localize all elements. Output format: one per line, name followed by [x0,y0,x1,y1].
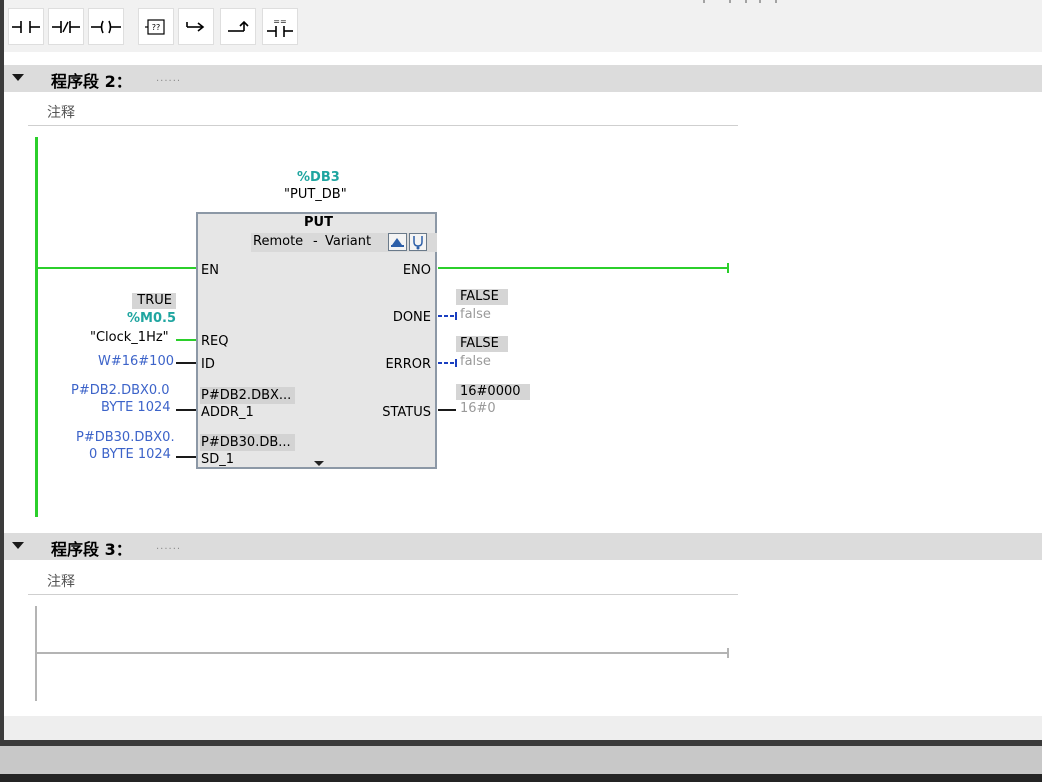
network-3-header[interactable]: 程序段 3： ...... [4,533,1042,560]
pin-id: ID [201,357,215,372]
compare-contact-button[interactable]: == [262,8,298,45]
id-value[interactable]: W#16#100 [98,354,174,369]
editor-left-border [0,0,4,740]
req-wire [176,339,196,341]
req-tag[interactable]: "Clock_1Hz" [90,330,169,345]
pin-eno: ENO [402,263,431,278]
open-branch-button[interactable] [178,8,214,45]
block-config-icon[interactable] [388,233,407,251]
req-status-value: TRUE [132,293,176,309]
nc-contact-icon [52,20,80,33]
addr-value-line2[interactable]: BYTE 1024 [101,400,171,415]
expand-pins-icon[interactable] [314,461,324,466]
error-wire [438,359,457,367]
network-2-comment[interactable]: 注释 [28,97,738,126]
block-param-sep: - [313,234,318,249]
addr-inner-value: P#DB2.DBX... [201,388,292,403]
put-function-block[interactable]: PUT Remote - Variant EN ENO DONE REQ ID … [196,212,437,469]
network-2-comment-text: 注释 [47,105,75,121]
network-3-empty-rung[interactable] [37,652,728,654]
coil-button[interactable] [88,8,124,45]
network-3-comment[interactable]: 注释 [28,566,738,595]
left-power-rail [35,137,38,517]
network-2-title: 程序段 2： [51,72,132,91]
open-branch-icon [186,21,205,32]
sd-wire [176,456,196,458]
network-3-comment-text: 注释 [47,574,75,590]
svg-text:??: ?? [152,23,161,32]
collapse-triangle-icon[interactable] [12,542,24,549]
empty-box-button[interactable]: ?? [138,8,174,45]
block-type: PUT [304,215,333,230]
error-tag[interactable]: false [460,354,491,369]
status-tag[interactable]: 16#0 [460,401,496,416]
pin-req: REQ [201,334,229,349]
eno-wire [438,267,728,269]
no-contact-icon [12,20,40,33]
en-wire [38,267,196,269]
done-status-value: FALSE [456,289,508,305]
sd-value-line2[interactable]: 0 BYTE 1024 [89,447,171,462]
instance-address: %DB3 [297,170,340,185]
top-edge-marks [703,0,777,3]
collapse-triangle-icon[interactable] [12,74,24,81]
bottom-panel [0,746,1042,774]
pin-done: DONE [392,310,431,325]
network-2-dots: ...... [156,73,182,84]
bottom-tab-strip [0,774,1042,782]
status-wire [438,409,456,411]
compare-contact-icon: == [267,17,293,37]
block-param-remote[interactable]: Remote [253,234,303,249]
error-status-value: FALSE [456,336,508,352]
network-3-title: 程序段 3： [51,540,132,559]
svg-text:==: == [273,17,286,26]
sd-value-line1[interactable]: P#DB30.DBX0. [76,430,175,445]
ladder-toolbar: ?? == [4,0,1042,52]
pin-en: EN [201,263,219,278]
status-status-value: 16#0000 [456,384,530,400]
editor-bottom-area [4,716,1042,740]
empty-box-icon: ?? [145,18,165,35]
addr-value-line1[interactable]: P#DB2.DBX0.0 [71,383,170,398]
close-branch-button[interactable] [220,8,256,45]
instance-name[interactable]: "PUT_DB" [284,187,347,202]
network-3-rung-end [727,648,729,658]
network-3-dots: ...... [156,541,182,552]
nc-contact-button[interactable] [48,8,84,45]
done-wire [438,312,457,320]
req-address: %M0.5 [127,311,176,326]
no-contact-button[interactable] [8,8,44,45]
id-wire [176,362,196,364]
pin-sd: SD_1 [201,452,235,467]
eno-wire-end [727,263,729,273]
pin-status: STATUS [382,405,431,420]
coil-icon [91,20,121,33]
block-diagnostics-icon[interactable] [409,233,427,251]
done-tag[interactable]: false [460,307,491,322]
block-param-variant[interactable]: Variant [325,234,371,249]
addr-wire [176,409,196,411]
network-2-header[interactable]: 程序段 2： ...... [4,65,1042,92]
pin-error: ERROR [385,357,431,372]
pin-addr: ADDR_1 [201,405,254,420]
sd-inner-value: P#DB30.DB... [201,435,291,450]
close-branch-icon [228,20,249,32]
